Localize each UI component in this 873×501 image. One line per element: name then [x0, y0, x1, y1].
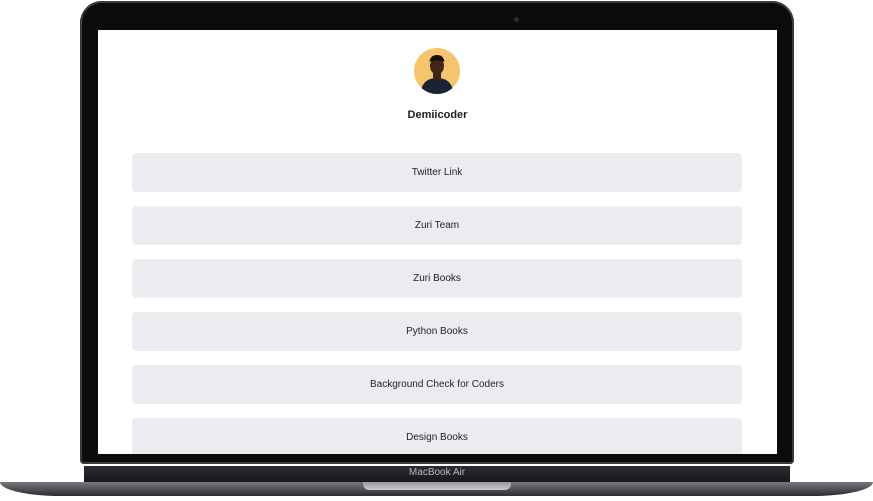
- link-list: Twitter Link Zuri Team Zuri Books Python…: [132, 153, 742, 454]
- lid-opening-notch: [363, 482, 511, 490]
- design-books-button[interactable]: Design Books: [132, 418, 742, 454]
- profile-name: Demiicoder: [407, 109, 468, 121]
- device-label: MacBook Air: [408, 467, 466, 478]
- zuri-books-button[interactable]: Zuri Books: [132, 259, 742, 298]
- twitter-link-button[interactable]: Twitter Link: [132, 153, 742, 192]
- background-check-button[interactable]: Background Check for Coders: [132, 365, 742, 404]
- person-avatar-icon: [414, 48, 460, 94]
- laptop-base: MacBook Air: [0, 463, 873, 501]
- screen: Demiicoder Twitter Link Zuri Team Zuri B…: [98, 30, 777, 454]
- camera-icon: [514, 17, 519, 22]
- python-books-button[interactable]: Python Books: [132, 312, 742, 351]
- avatar: [414, 48, 460, 94]
- zuri-team-button[interactable]: Zuri Team: [132, 206, 742, 245]
